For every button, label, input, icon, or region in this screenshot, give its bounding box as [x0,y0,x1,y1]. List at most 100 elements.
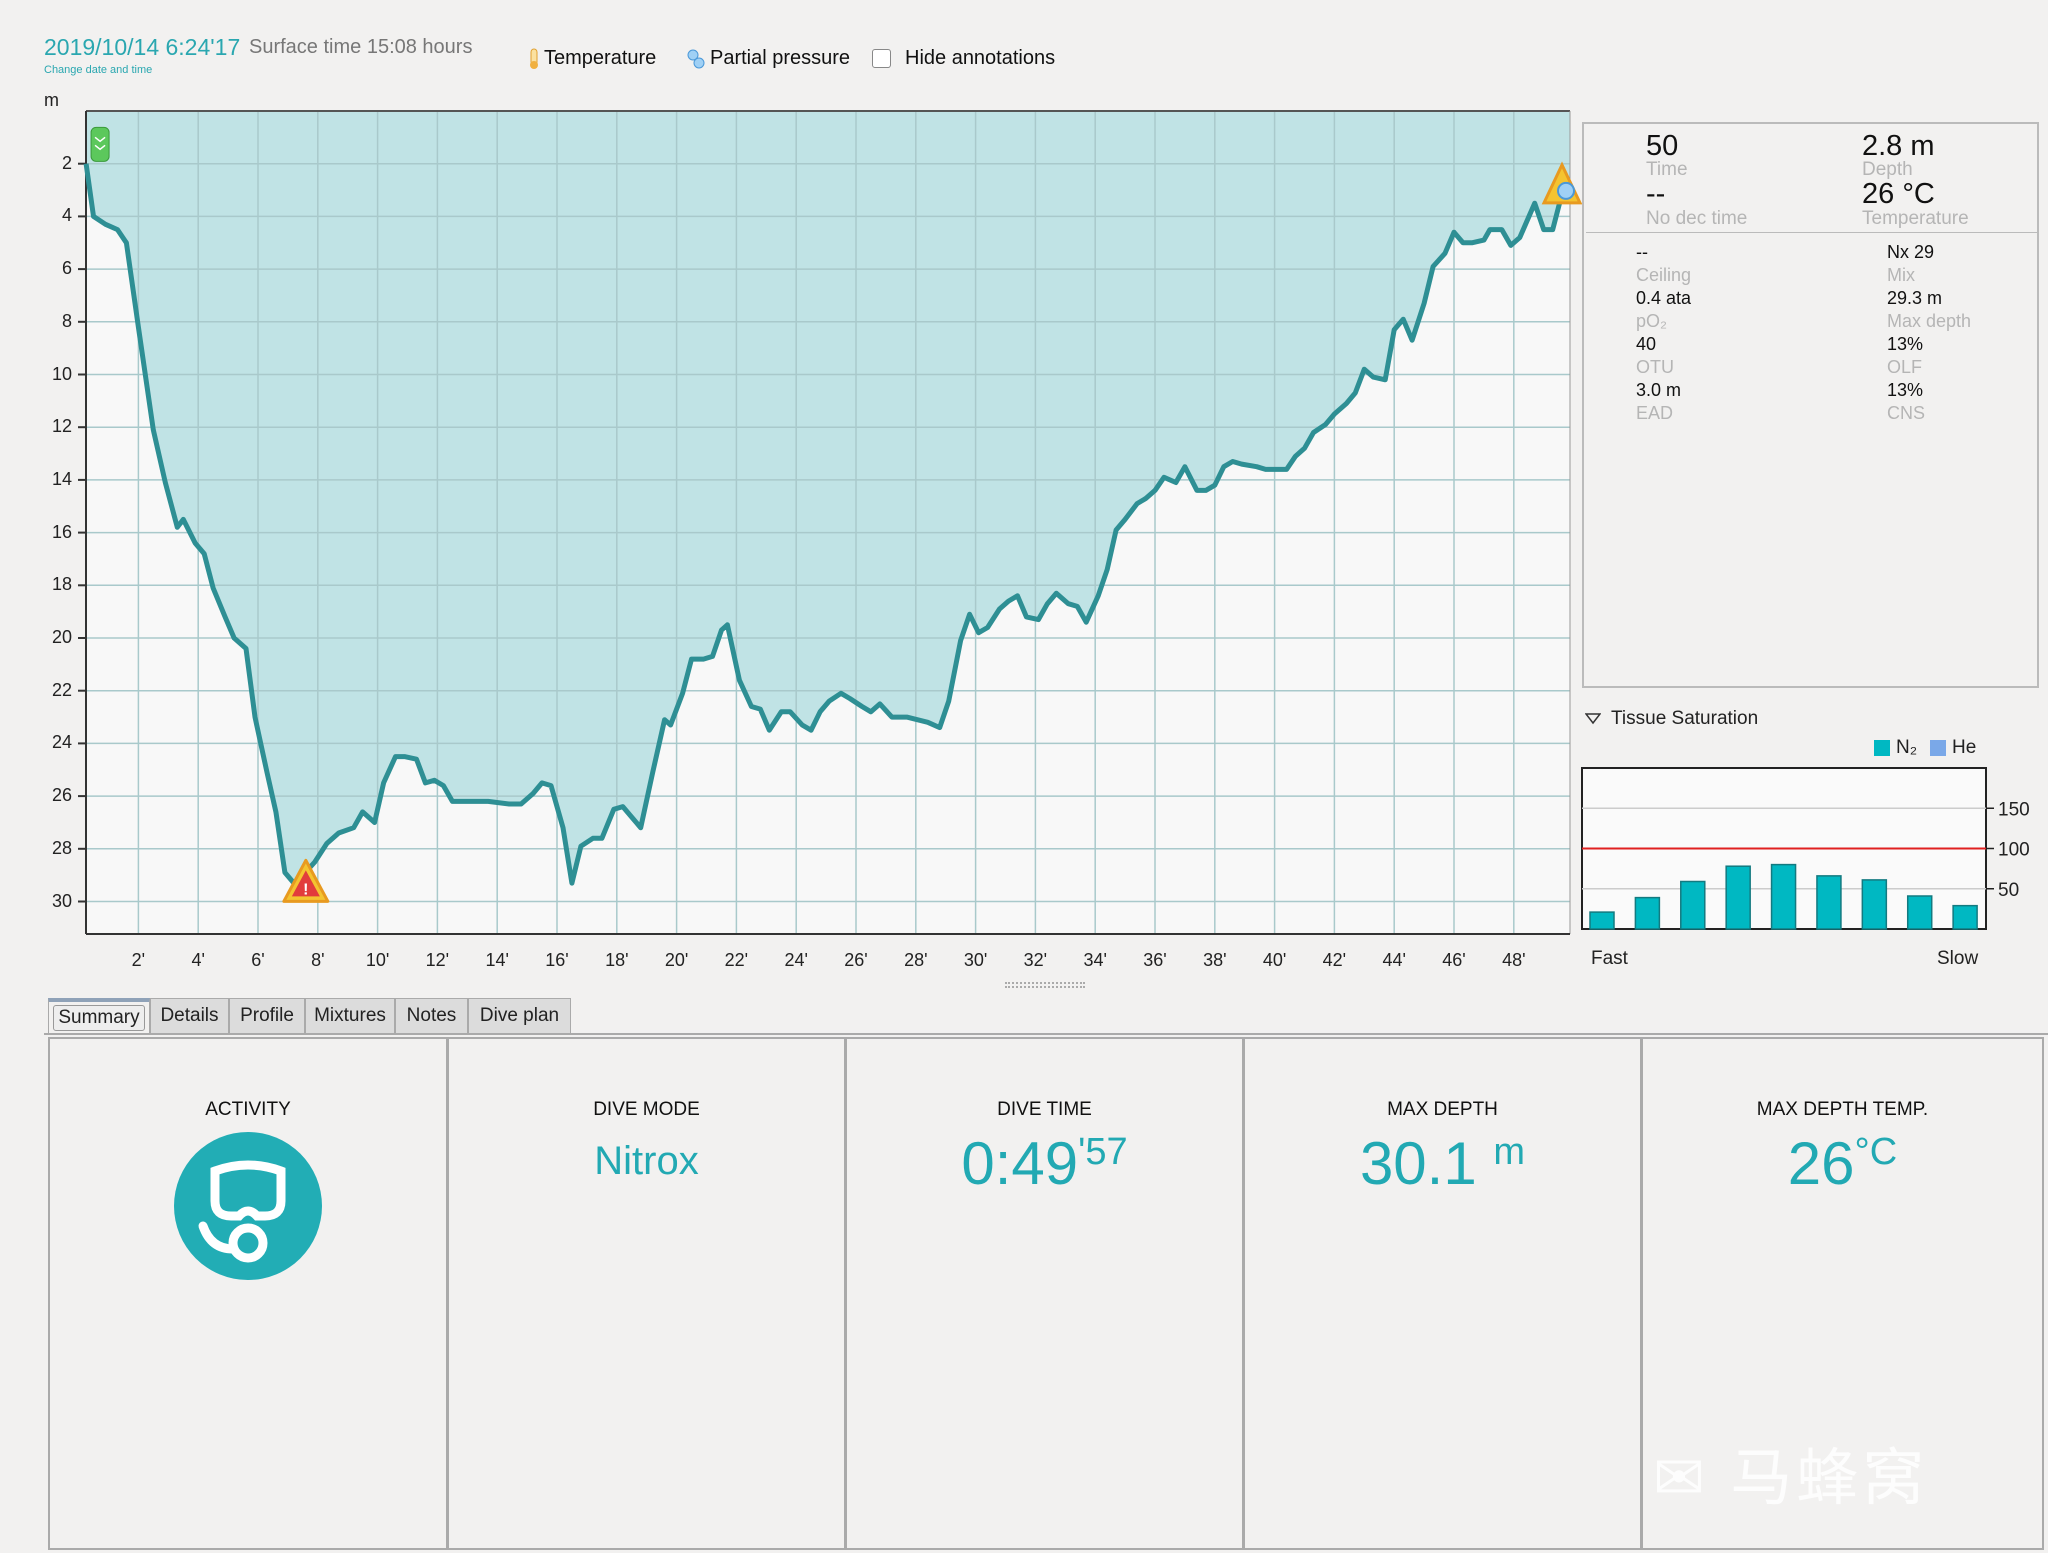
tissue-bar [1861,879,1888,930]
stat-value: 40 [1636,334,1657,354]
tab-label: Dive plan [479,1005,560,1026]
max-depth-title: MAX DEPTH [1387,1099,1498,1120]
tissue-bar [1725,865,1751,930]
tab-divider [44,1033,2048,1035]
tab-notes[interactable]: Notes [395,998,468,1033]
x-tick-label: 12' [425,950,450,970]
stat-label: OLF [1887,357,1923,377]
max-depth-number: 30.1 [1359,1130,1477,1197]
scuba-mask-icon [174,1132,322,1280]
stat-label: pO₂ [1636,311,1667,331]
max-depth-temp-value: 26°C [1643,1129,2042,1198]
x-tick-label: 44' [1382,950,1406,970]
dive-time-main: 0:49 [961,1130,1079,1197]
tissue-bar [1634,896,1661,930]
x-tick-label: 10' [365,950,390,970]
descent-marker-icon[interactable] [90,126,110,162]
legend-he-label: He [1952,737,1977,758]
temperature-label: Temperature [1862,208,1969,229]
stat-label: OTU [1636,357,1674,377]
x-tick-label: 8' [311,950,325,970]
n2-swatch [1874,740,1890,756]
tissue-bar [1906,895,1933,930]
dive-mode-title: DIVE MODE [593,1099,700,1120]
x-tick-label: 6' [251,950,265,970]
tab-profile[interactable]: Profile [229,998,305,1033]
watermark: ✉ 马蜂窝 [1653,1444,1929,1513]
x-tick-label: 28' [904,950,928,970]
x-tick-label: 48' [1502,950,1526,970]
max-depth-unit: m [1493,1131,1526,1173]
stat-value: 3.0 m [1636,380,1682,400]
x-tick-label: 20' [664,950,689,970]
triangle-down-icon [1585,713,1601,725]
stat-value: 29.3 m [1887,288,1943,308]
seconds-value: 57 [1085,1131,1128,1173]
tissue-bar [1680,880,1706,930]
max-depth-temp-card: MAX DEPTH TEMP. 26°C ✉ 马蜂窝 [1641,1037,2044,1550]
max-depth-temp-title: MAX DEPTH TEMP. [1756,1099,1929,1120]
tissue-bar [1816,875,1842,930]
stat-value: Nx 29 [1887,242,1935,262]
x-tick-label: 34' [1083,950,1107,970]
tissue-y-tick-label: 100 [1998,840,2030,861]
dive-time-seconds: '57 [1078,1131,1128,1173]
x-tick-label: 24' [784,950,808,970]
stat-value: 0.4 ata [1636,288,1692,308]
max-depth-temp-unit: °C [1854,1131,1898,1173]
stat-label: Max depth [1887,311,1972,331]
max-depth-value: 30.1 m [1245,1129,1640,1198]
tissue-saturation-title: Tissue Saturation [1611,708,1759,729]
stat-label: Ceiling [1636,265,1692,285]
tissue-y-tick-label: 150 [1998,799,2030,820]
no-dec-time-label: No dec time [1646,208,1748,229]
max-depth-card: MAX DEPTH 30.1 m [1243,1037,1642,1550]
tab-summary[interactable]: Summary [48,998,150,1033]
he-swatch [1930,740,1946,756]
stat-label: Mix [1887,265,1915,285]
tab-mixtures[interactable]: Mixtures [305,998,395,1033]
dive-mode-card: DIVE MODE Nitrox [447,1037,846,1550]
x-tick-label: 36' [1143,950,1167,970]
dive-time-card: DIVE TIME 0:49'57 [845,1037,1244,1550]
tissue-saturation-toggle[interactable]: Tissue Saturation [1585,708,1758,730]
tab-details[interactable]: Details [150,998,229,1033]
x-tick-label: 32' [1023,950,1048,970]
svg-text:!: ! [303,881,308,898]
stat-label: CNS [1887,403,1926,423]
dive-profile-chart[interactable]: ! [0,0,1600,945]
x-tick-label: 40' [1262,950,1287,970]
x-tick-label: 4' [191,950,205,970]
splitter-handle[interactable] [1005,982,1085,988]
activity-card: ACTIVITY [48,1037,448,1550]
x-tick-label: 16' [545,950,569,970]
max-depth-temp-number: 26 [1787,1130,1855,1197]
activity-title: ACTIVITY [205,1099,291,1120]
fast-label: Fast [1591,948,1628,969]
stat-value: 13% [1887,380,1924,400]
tab-label: Details [160,1005,219,1026]
tab-dive-plan[interactable]: Dive plan [468,998,571,1033]
no-dec-time-value: -- [1646,178,1666,210]
x-tick-label: 46' [1442,950,1466,970]
temperature-value: 26 °C [1862,178,1935,210]
stat-value: -- [1636,242,1648,262]
x-tick-label: 42' [1322,950,1347,970]
divider [1586,232,2037,233]
tab-label: Notes [406,1005,457,1026]
dive-mode-value: Nitrox [594,1139,699,1183]
x-tick-label: 14' [485,950,509,970]
watermark-text: 马蜂窝 [1730,1444,1929,1513]
x-tick-label: 38' [1203,950,1227,970]
tissue-bar [1770,863,1797,930]
tissue-saturation-chart: 50 100 150 [1581,767,2030,930]
legend-n2-label: N₂ [1896,737,1918,758]
legend-he: He [1930,737,1976,759]
dive-time-value: 0:49'57 [847,1129,1242,1198]
x-tick-label: 26' [844,950,868,970]
x-tick-label: 30' [963,950,988,970]
x-tick-label: 2' [131,950,146,970]
tab-label: Mixtures [314,1005,386,1026]
legend-n2: N₂ [1874,737,1917,759]
tissue-y-tick-label: 50 [1998,880,2019,901]
